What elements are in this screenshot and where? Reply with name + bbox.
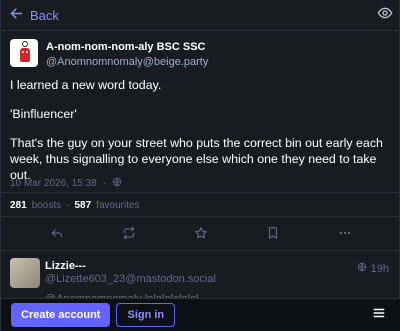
reply-button[interactable]: [50, 226, 64, 245]
bookmark-icon: [266, 226, 280, 244]
content-paragraph: That's the guy on your street who puts t…: [10, 136, 383, 182]
account-handle[interactable]: @Lizette603_23@mastodon.social: [45, 273, 216, 285]
content-paragraph: 'Binfluencer': [10, 107, 77, 121]
relative-time: 19h: [370, 262, 389, 275]
arrow-left-icon: [9, 6, 24, 24]
boost-icon: [122, 226, 136, 244]
status-action-bar: [1, 220, 400, 250]
meta-divider: [1, 192, 400, 193]
sign-in-banner: Create account Sign in: [1, 298, 400, 331]
display-name[interactable]: A-nom-nom-nom-aly BSC SSC: [46, 40, 208, 54]
favourites-label[interactable]: favourites: [96, 200, 139, 211]
stats-divider: [1, 216, 400, 217]
favourites-count[interactable]: 587: [75, 200, 92, 211]
thread-divider: [1, 250, 400, 251]
column-header: Back: [1, 0, 400, 30]
sign-in-button[interactable]: Sign in: [116, 303, 176, 327]
avatar[interactable]: [10, 258, 40, 288]
star-icon: [194, 226, 208, 244]
reply-status[interactable]: Lizzie--- @Lizette603_23@mastodon.social…: [1, 253, 400, 305]
globe-icon: [112, 177, 122, 190]
reply-time[interactable]: 19h: [357, 262, 389, 275]
bookmark-button[interactable]: [266, 226, 280, 245]
toggle-visibility-button[interactable]: [377, 5, 393, 26]
status-content: I learned a new word today. 'Binfluencer…: [10, 77, 394, 183]
hamburger-icon: [372, 307, 386, 324]
favourite-button[interactable]: [194, 226, 208, 245]
display-name[interactable]: Lizzie---: [45, 260, 86, 272]
back-label: Back: [30, 7, 59, 23]
status-author[interactable]: A-nom-nom-nom-aly BSC SSC @Anomnomnomaly…: [10, 39, 208, 69]
boost-button[interactable]: [122, 226, 136, 245]
back-button[interactable]: Back: [9, 6, 59, 24]
app-frame: Back A-nom-nom-nom-aly BSC SSC @Anomnomn…: [0, 0, 400, 331]
eye-icon: [377, 7, 393, 25]
boosts-label[interactable]: boosts: [32, 200, 61, 211]
boosts-count[interactable]: 281: [10, 200, 27, 211]
meta-separator: ·: [102, 178, 107, 189]
content-paragraph: I learned a new word today.: [10, 78, 162, 92]
create-account-button[interactable]: Create account: [11, 303, 111, 327]
status-meta: 10 Mar 2026, 15:38 ·: [10, 177, 122, 190]
globe-icon: [357, 262, 367, 275]
avatar[interactable]: [10, 39, 38, 67]
more-button[interactable]: [338, 226, 352, 245]
more-icon: [338, 227, 352, 244]
status-stats: 281 boosts · 587 favourites: [10, 200, 140, 211]
header-divider: [1, 30, 400, 31]
reply-icon: [50, 227, 64, 244]
account-handle[interactable]: @Anomnomnomaly@beige.party: [46, 55, 208, 69]
menu-button[interactable]: [372, 306, 386, 325]
stats-separator: ·: [66, 200, 70, 211]
status-timestamp[interactable]: 10 Mar 2026, 15:38: [10, 178, 97, 189]
